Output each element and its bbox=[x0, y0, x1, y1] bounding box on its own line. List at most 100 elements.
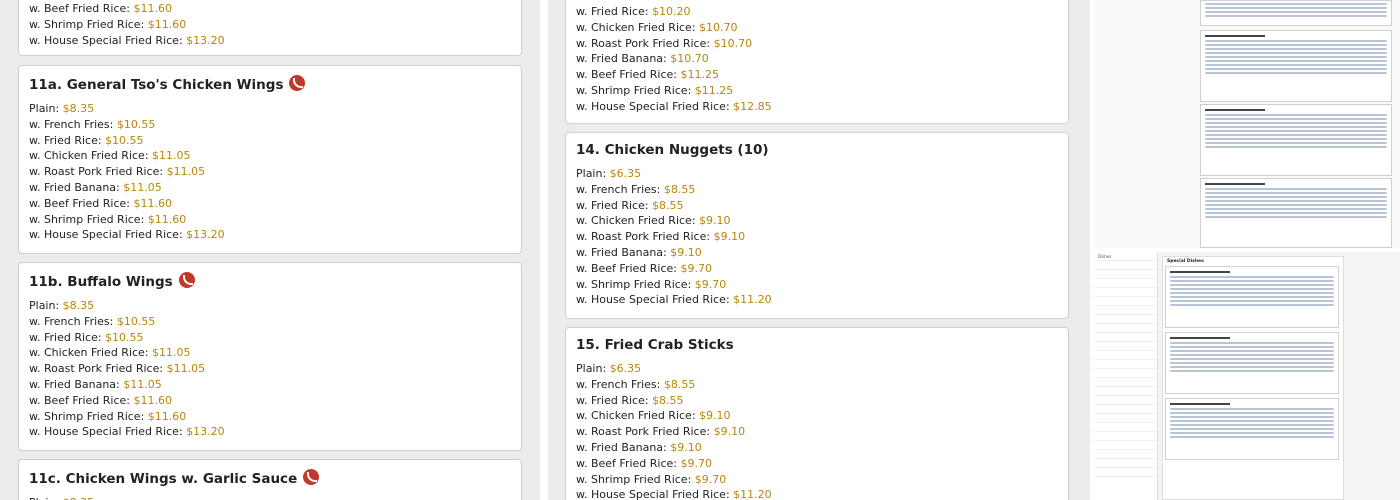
menu-column-left: w. Beef Fried Rice: $11.60 w. Shrimp Frie… bbox=[0, 0, 540, 500]
option-label: w. Fried Banana: bbox=[29, 180, 124, 194]
option-label: w. Roast Pork Fried Rice: bbox=[576, 36, 714, 50]
preview-card bbox=[1200, 30, 1392, 102]
option-price: $11.05 bbox=[152, 346, 191, 360]
price-row: w. Fried Rice: $10.55 bbox=[29, 330, 225, 346]
option-price: $11.60 bbox=[133, 196, 173, 210]
option-price: $9.70 bbox=[694, 277, 727, 291]
option-price: $8.55 bbox=[652, 198, 684, 212]
option-price: $11.20 bbox=[733, 293, 772, 307]
price-row: w. House Special Fried Rice: $12.85 bbox=[576, 99, 772, 115]
menu-card-11c: 11c. Chicken Wings w. Garlic Sauce Plain… bbox=[18, 459, 522, 500]
option-price: $9.10 bbox=[699, 409, 731, 423]
price-row: w. Chicken Fried Rice: $9.10 bbox=[576, 213, 772, 229]
preview-panel: Special Dishes bbox=[1162, 256, 1344, 500]
option-label: w. French Fries: bbox=[29, 117, 117, 131]
price-row: Plain: $8.35 bbox=[29, 495, 94, 500]
option-label: w. House Special Fried Rice: bbox=[576, 99, 734, 113]
option-price: $10.70 bbox=[699, 20, 738, 34]
option-label: w. French Fries: bbox=[576, 182, 664, 196]
spicy-icon bbox=[303, 469, 320, 485]
option-price: $11.60 bbox=[133, 393, 173, 407]
option-price: $10.70 bbox=[670, 52, 709, 66]
price-row: w. Beef Fried Rice: $9.70 bbox=[576, 261, 772, 277]
price-row: Plain: $8.35 bbox=[29, 298, 225, 314]
option-price: $8.35 bbox=[62, 299, 95, 312]
option-label: w. Beef Fried Rice: bbox=[576, 68, 681, 82]
spicy-icon bbox=[289, 75, 306, 91]
option-label: w. Beef Fried Rice: bbox=[576, 261, 681, 275]
price-row: w. Beef Fried Rice: $11.60 bbox=[29, 196, 225, 212]
dish-title-text: 11b. Buffalo Wings bbox=[29, 274, 173, 290]
price-row: w. Roast Pork Fried Rice: $10.70 bbox=[576, 36, 772, 52]
option-price: $11.60 bbox=[147, 409, 187, 423]
option-price: $10.55 bbox=[105, 133, 144, 147]
option-price: $10.70 bbox=[713, 36, 753, 50]
price-list: Plain: $8.35 w. French Fries: $10.55 w. Fr… bbox=[29, 101, 225, 243]
option-label: w. Chicken Fried Rice: bbox=[576, 214, 700, 228]
option-price: $11.20 bbox=[733, 488, 772, 500]
option-price: $9.70 bbox=[680, 456, 713, 470]
dish-title: 11a. General Tso's Chicken Wings bbox=[29, 75, 306, 93]
dish-title-text: 11a. General Tso's Chicken Wings bbox=[29, 77, 284, 93]
option-label: w. Roast Pork Fried Rice: bbox=[29, 362, 167, 376]
price-row: w. Beef Fried Rice: $11.60 bbox=[29, 1, 225, 17]
option-label: w. Chicken Fried Rice: bbox=[29, 149, 153, 163]
option-label: Plain: bbox=[576, 362, 610, 375]
preview-sidebar-title: Dishes bbox=[1094, 252, 1157, 261]
option-price: $8.55 bbox=[652, 393, 684, 407]
price-row: w. Roast Pork Fried Rice: $9.10 bbox=[576, 229, 772, 245]
dish-title-text: 15. Fried Crab Sticks bbox=[576, 337, 734, 353]
option-price: $11.05 bbox=[152, 149, 191, 163]
price-row: w. House Special Fried Rice: $11.20 bbox=[576, 292, 772, 308]
option-label: w. Beef Fried Rice: bbox=[29, 2, 134, 15]
option-price: $12.85 bbox=[733, 99, 772, 113]
option-label: w. Roast Pork Fried Rice: bbox=[29, 165, 167, 179]
price-row: w. French Fries: $10.55 bbox=[29, 314, 225, 330]
option-price: $8.35 bbox=[62, 102, 95, 115]
price-row: w. Beef Fried Rice: $9.70 bbox=[576, 456, 772, 472]
price-row: w. Fried Rice: $8.55 bbox=[576, 393, 772, 409]
price-row: w. Fried Banana: $11.05 bbox=[29, 377, 225, 393]
price-row: w. Shrimp Fried Rice: $9.70 bbox=[576, 472, 772, 488]
option-label: w. Beef Fried Rice: bbox=[29, 196, 134, 210]
price-row: w. Beef Fried Rice: $11.25 bbox=[576, 67, 772, 83]
preview-card bbox=[1165, 266, 1339, 328]
price-row: w. French Fries: $10.55 bbox=[29, 117, 225, 133]
option-label: w. Fried Banana: bbox=[576, 52, 671, 66]
preview-card bbox=[1200, 178, 1392, 248]
price-row: w. House Special Fried Rice: $13.20 bbox=[29, 424, 225, 440]
option-price: $13.20 bbox=[186, 228, 225, 242]
option-label: w. French Fries: bbox=[29, 314, 117, 328]
option-label: w. Beef Fried Rice: bbox=[29, 393, 134, 407]
option-price: $9.10 bbox=[699, 214, 731, 228]
spicy-icon bbox=[178, 272, 195, 288]
price-row: w. Fried Banana: $9.10 bbox=[576, 440, 772, 456]
option-label: w. French Fries: bbox=[576, 377, 664, 391]
preview-card bbox=[1200, 104, 1392, 176]
option-price: $11.25 bbox=[680, 68, 720, 82]
menu-card: w. Beef Fried Rice: $11.60 w. Shrimp Frie… bbox=[18, 0, 522, 56]
option-price: $11.05 bbox=[166, 362, 206, 376]
menu-card-11a: 11a. General Tso's Chicken Wings Plain: … bbox=[18, 65, 522, 254]
dish-title: 11b. Buffalo Wings bbox=[29, 272, 195, 290]
price-list: Plain: $8.35 bbox=[29, 495, 94, 500]
option-price: $6.35 bbox=[609, 362, 642, 375]
price-list: Plain: $6.35 w. French Fries: $8.55 w. Fri… bbox=[576, 361, 772, 500]
option-price: $10.55 bbox=[116, 117, 156, 131]
price-row: w. Chicken Fried Rice: $11.05 bbox=[29, 148, 225, 164]
price-row: w. Fried Rice: $8.55 bbox=[576, 198, 772, 214]
option-label: w. House Special Fried Rice: bbox=[29, 33, 187, 47]
price-row: w. Roast Pork Fried Rice: $11.05 bbox=[29, 361, 225, 377]
option-price: $11.60 bbox=[147, 212, 187, 226]
option-price: $10.55 bbox=[116, 314, 156, 328]
option-price: $13.20 bbox=[186, 425, 225, 439]
option-price: $11.05 bbox=[123, 377, 162, 391]
option-label: w. Fried Banana: bbox=[576, 440, 671, 454]
preview-sidebar: Dishes bbox=[1094, 252, 1158, 500]
option-price: $9.10 bbox=[713, 425, 746, 439]
dish-title: 14. Chicken Nuggets (10) bbox=[576, 142, 769, 158]
option-label: w. Fried Banana: bbox=[576, 245, 671, 259]
option-label: Plain: bbox=[29, 299, 63, 312]
option-label: w. Fried Rice: bbox=[576, 198, 653, 212]
preview-card bbox=[1200, 0, 1392, 26]
